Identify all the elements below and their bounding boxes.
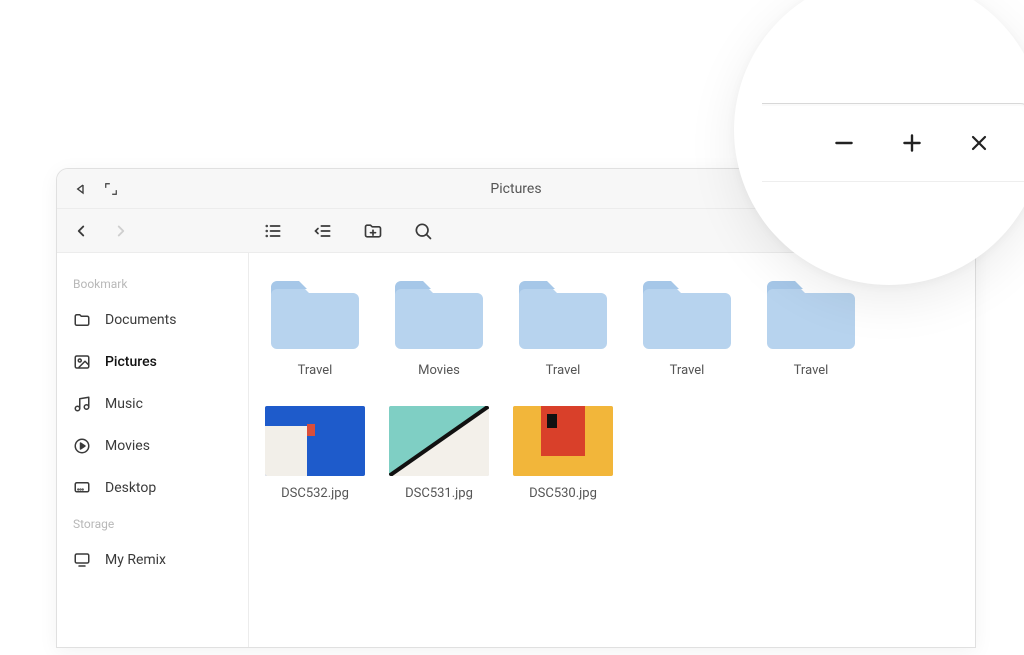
window-body: Bookmark Documents Pictures Music — [57, 253, 975, 647]
minimize-button[interactable] — [831, 130, 857, 156]
sidebar-item-desktop[interactable]: Desktop — [57, 467, 248, 509]
folder-icon — [637, 277, 737, 353]
sort-button[interactable] — [313, 221, 333, 241]
tile-label: Travel — [298, 363, 333, 378]
fullscreen-toggle-icon[interactable] — [101, 179, 121, 199]
folder-tile[interactable]: Movies — [389, 277, 489, 378]
history-back-button[interactable] — [71, 221, 91, 241]
image-thumbnail — [265, 406, 365, 476]
window-title: Pictures — [490, 181, 541, 197]
tile-label: DSC530.jpg — [529, 486, 597, 501]
tile-label: DSC532.jpg — [281, 486, 349, 501]
titlebar-left-controls — [71, 179, 121, 199]
folder-tile[interactable]: Travel — [637, 277, 737, 378]
tile-label: Travel — [670, 363, 705, 378]
sidebar-item-label: My Remix — [105, 552, 166, 568]
search-button[interactable] — [413, 221, 433, 241]
picture-icon — [73, 353, 91, 371]
tile-label: DSC531.jpg — [405, 486, 473, 501]
sidebar-item-myremix[interactable]: My Remix — [57, 539, 248, 581]
new-folder-button[interactable] — [363, 221, 383, 241]
close-button[interactable] — [967, 131, 991, 155]
list-view-button[interactable] — [263, 221, 283, 241]
file-grid: Travel Movies Travel Travel Travel — [265, 277, 959, 501]
sidebar-item-label: Documents — [105, 312, 176, 328]
tile-label: Travel — [546, 363, 581, 378]
folder-icon — [389, 277, 489, 353]
history-forward-button — [111, 221, 131, 241]
folder-icon — [761, 277, 861, 353]
tile-label: Movies — [418, 363, 460, 378]
back-nav-icon[interactable] — [71, 179, 91, 199]
image-tile[interactable]: DSC532.jpg — [265, 406, 365, 501]
image-tile[interactable]: DSC530.jpg — [513, 406, 613, 501]
image-tile[interactable]: DSC531.jpg — [389, 406, 489, 501]
desktop-icon — [73, 479, 91, 497]
toolbar-actions — [263, 221, 433, 241]
image-thumbnail — [389, 406, 489, 476]
sidebar-item-label: Pictures — [105, 354, 157, 370]
sidebar-item-music[interactable]: Music — [57, 383, 248, 425]
folder-icon — [513, 277, 613, 353]
sidebar-item-pictures[interactable]: Pictures — [57, 341, 248, 383]
sidebar: Bookmark Documents Pictures Music — [57, 253, 249, 647]
folder-tile[interactable]: Travel — [761, 277, 861, 378]
tile-label: Travel — [794, 363, 829, 378]
monitor-icon — [73, 551, 91, 569]
music-icon — [73, 395, 91, 413]
sidebar-item-label: Music — [105, 396, 143, 412]
toolbar-navigation — [71, 221, 247, 241]
folder-tile[interactable]: Travel — [513, 277, 613, 378]
sidebar-item-movies[interactable]: Movies — [57, 425, 248, 467]
content-area: Travel Movies Travel Travel Travel — [249, 253, 975, 647]
zoom-window-fragment — [762, 103, 1024, 233]
folder-icon — [73, 311, 91, 329]
folder-icon — [265, 277, 365, 353]
sidebar-item-documents[interactable]: Documents — [57, 299, 248, 341]
maximize-button[interactable] — [899, 130, 925, 156]
play-icon — [73, 437, 91, 455]
sidebar-section-storage: Storage — [57, 509, 248, 539]
sidebar-item-label: Desktop — [105, 480, 156, 496]
folder-tile[interactable]: Travel — [265, 277, 365, 378]
zoom-window-controls — [762, 104, 1024, 182]
sidebar-section-bookmark: Bookmark — [57, 269, 248, 299]
image-thumbnail — [513, 406, 613, 476]
sidebar-item-label: Movies — [105, 438, 150, 454]
